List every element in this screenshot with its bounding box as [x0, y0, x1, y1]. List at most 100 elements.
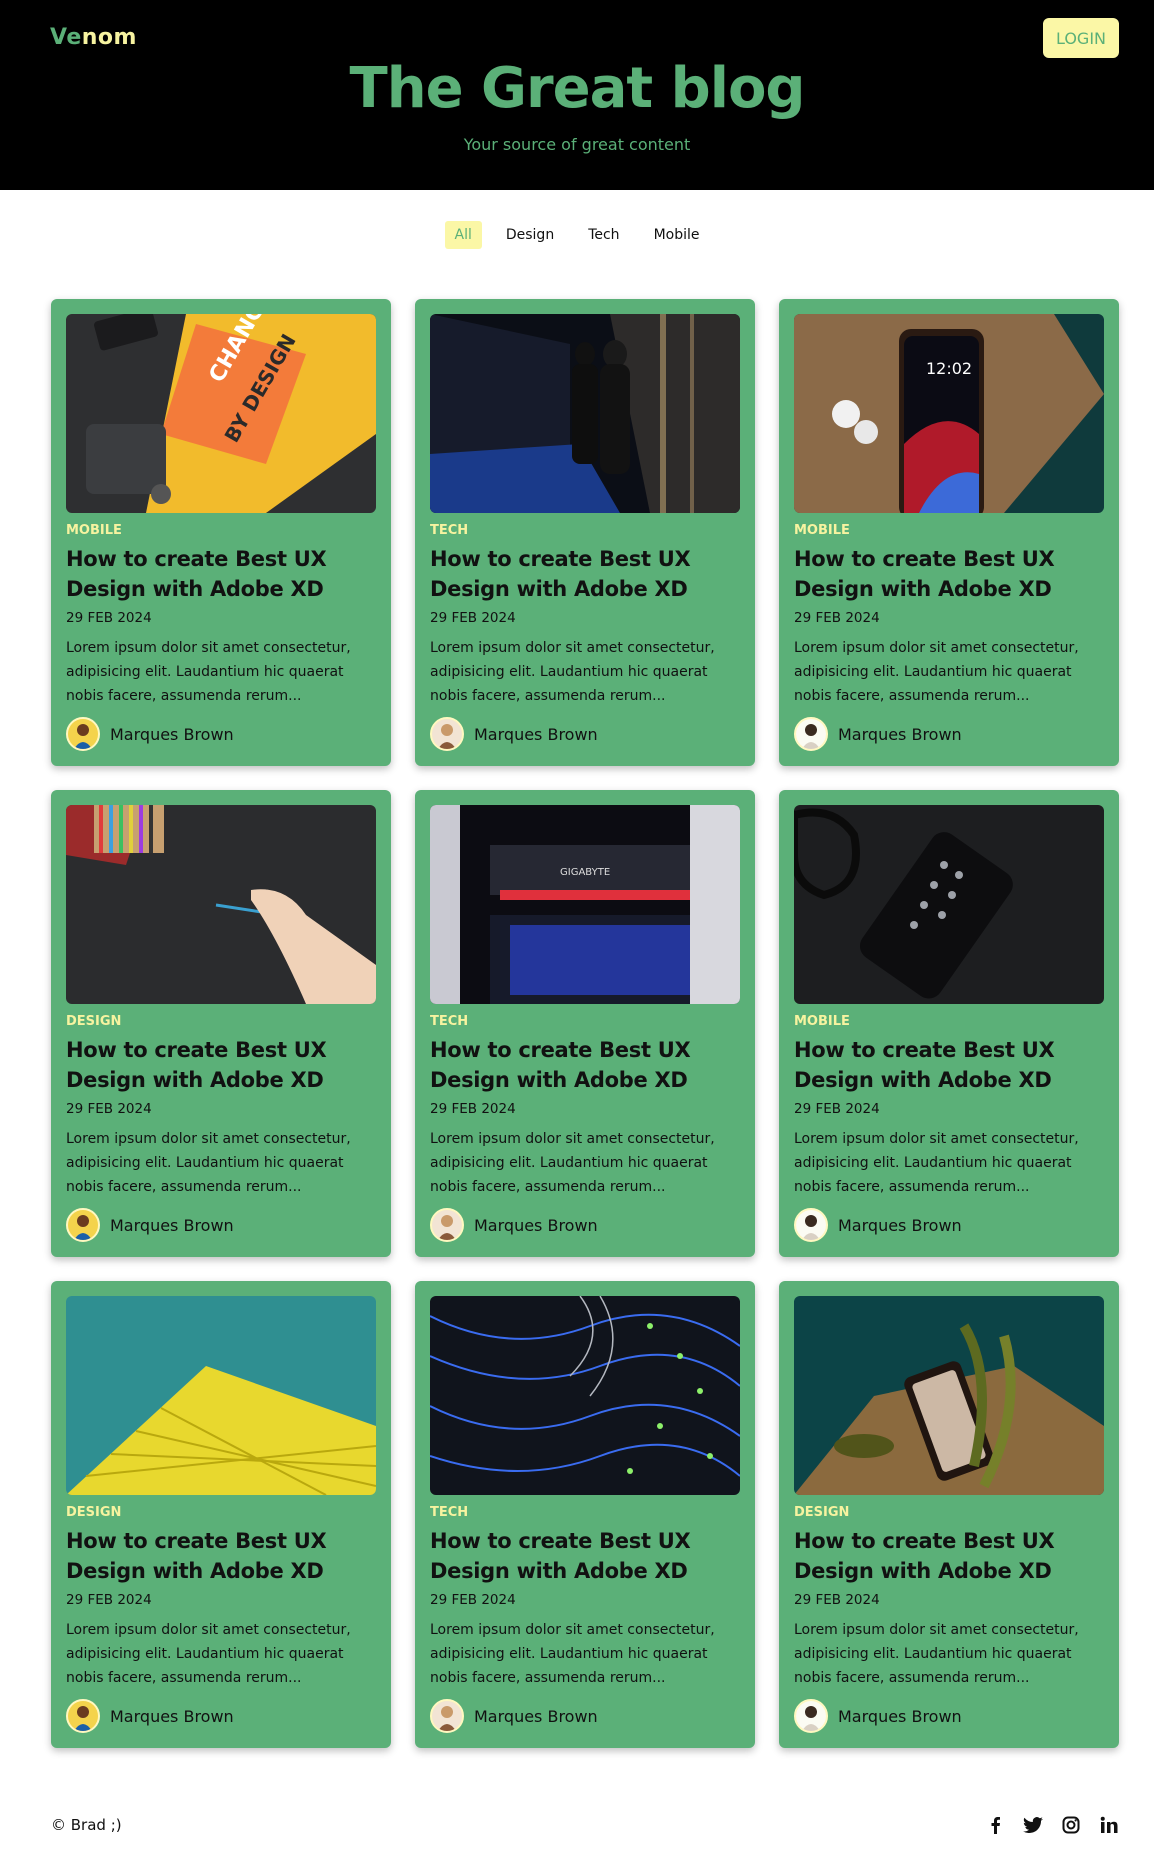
post-category-tag: TECH: [430, 1505, 469, 1520]
avatar: [794, 1699, 828, 1733]
post-excerpt: Lorem ipsum dolor sit amet consectetur, …: [794, 1131, 1079, 1195]
svg-text:GIGABYTE: GIGABYTE: [560, 867, 610, 878]
post-title[interactable]: How to create Best UX Design with Adobe …: [794, 1526, 1104, 1586]
post-card[interactable]: CHANGE BY DESIGN MOBILE How to create Best …: [51, 299, 391, 766]
post-category-tag: MOBILE: [794, 1014, 850, 1029]
post-title[interactable]: How to create Best UX Design with Adobe …: [794, 544, 1104, 604]
post-excerpt: Lorem ipsum dolor sit amet consectetur, …: [430, 640, 715, 704]
post-thumbnail[interactable]: [794, 1296, 1104, 1495]
post-date: 29 FEB 2024: [794, 1101, 880, 1117]
post-excerpt: Lorem ipsum dolor sit amet consectetur, …: [66, 640, 351, 704]
avatar: [794, 1208, 828, 1242]
linkedin-icon[interactable]: [1099, 1815, 1119, 1835]
author-name: Marques Brown: [474, 1215, 598, 1235]
avatar: [430, 1208, 464, 1242]
post-thumbnail[interactable]: [66, 1296, 376, 1495]
avatar: [430, 1699, 464, 1733]
post-excerpt: Lorem ipsum dolor sit amet consectetur, …: [794, 640, 1079, 704]
logo-part-2: nom: [81, 25, 137, 50]
post-grid: CHANGE BY DESIGN MOBILE How to create Best …: [51, 299, 1119, 1748]
post-card[interactable]: 12:02 MOBILE How to create Best UX Design …: [779, 299, 1119, 766]
post-excerpt: Lorem ipsum dolor sit amet consectetur, …: [66, 1622, 351, 1686]
post-title[interactable]: How to create Best UX Design with Adobe …: [66, 544, 376, 604]
post-thumbnail[interactable]: [430, 314, 740, 513]
page-title: The Great blog: [349, 56, 806, 121]
post-excerpt: Lorem ipsum dolor sit amet consectetur, …: [66, 1131, 351, 1195]
post-author: Marques Brown: [430, 717, 598, 751]
post-excerpt: Lorem ipsum dolor sit amet consectetur, …: [430, 1622, 715, 1686]
avatar: [66, 717, 100, 751]
author-name: Marques Brown: [110, 724, 234, 744]
svg-text:12:02: 12:02: [926, 359, 972, 378]
post-title[interactable]: How to create Best UX Design with Adobe …: [430, 544, 740, 604]
author-name: Marques Brown: [110, 1215, 234, 1235]
post-author: Marques Brown: [794, 1699, 962, 1733]
post-author: Marques Brown: [794, 717, 962, 751]
post-card[interactable]: MOBILE How to create Best UX Design with …: [779, 790, 1119, 1257]
post-card[interactable]: DESIGN How to create Best UX Design with …: [51, 1281, 391, 1748]
twitter-icon[interactable]: [1023, 1815, 1043, 1835]
post-excerpt: Lorem ipsum dolor sit amet consectetur, …: [430, 1131, 715, 1195]
post-title[interactable]: How to create Best UX Design with Adobe …: [430, 1526, 740, 1586]
post-excerpt: Lorem ipsum dolor sit amet consectetur, …: [794, 1622, 1079, 1686]
author-name: Marques Brown: [838, 1215, 962, 1235]
avatar: [66, 1208, 100, 1242]
site-header: Venom LOGIN The Great blog Your source o…: [0, 0, 1154, 190]
post-category-tag: DESIGN: [66, 1505, 122, 1520]
logo[interactable]: Venom: [50, 25, 137, 50]
post-title[interactable]: How to create Best UX Design with Adobe …: [66, 1526, 376, 1586]
author-name: Marques Brown: [474, 724, 598, 744]
post-card[interactable]: TECH How to create Best UX Design with Ad…: [415, 1281, 755, 1748]
post-category-tag: MOBILE: [66, 523, 122, 538]
filter-mobile[interactable]: Mobile: [644, 221, 710, 249]
filter-design[interactable]: Design: [496, 221, 564, 249]
page-subtitle: Your source of great content: [463, 135, 691, 154]
login-button[interactable]: LOGIN: [1043, 18, 1119, 58]
post-thumbnail[interactable]: [430, 1296, 740, 1495]
post-date: 29 FEB 2024: [66, 610, 152, 626]
instagram-icon[interactable]: [1061, 1815, 1081, 1835]
social-links: [985, 1815, 1119, 1835]
post-title[interactable]: How to create Best UX Design with Adobe …: [66, 1035, 376, 1095]
category-filters: All Design Tech Mobile: [0, 221, 1154, 249]
post-thumbnail[interactable]: 12:02: [794, 314, 1104, 513]
author-name: Marques Brown: [838, 1706, 962, 1726]
post-category-tag: TECH: [430, 523, 469, 538]
post-card[interactable]: TECH How to create Best UX Design with Ad…: [415, 299, 755, 766]
post-category-tag: MOBILE: [794, 523, 850, 538]
post-card[interactable]: GIGABYTE TECH How to create Best UX Design…: [415, 790, 755, 1257]
post-author: Marques Brown: [66, 1208, 234, 1242]
site-footer: © Brad ;): [51, 1805, 1119, 1845]
post-card[interactable]: DESIGN How to create Best UX Design with …: [51, 790, 391, 1257]
post-thumbnail[interactable]: CHANGE BY DESIGN: [66, 314, 376, 513]
post-title[interactable]: How to create Best UX Design with Adobe …: [794, 1035, 1104, 1095]
post-author: Marques Brown: [66, 717, 234, 751]
author-name: Marques Brown: [110, 1706, 234, 1726]
post-thumbnail[interactable]: [66, 805, 376, 1004]
post-category-tag: DESIGN: [794, 1505, 850, 1520]
facebook-icon[interactable]: [985, 1815, 1005, 1835]
filter-tech[interactable]: Tech: [578, 221, 629, 249]
post-category-tag: DESIGN: [66, 1014, 122, 1029]
avatar: [66, 1699, 100, 1733]
post-date: 29 FEB 2024: [430, 610, 516, 626]
author-name: Marques Brown: [474, 1706, 598, 1726]
post-date: 29 FEB 2024: [430, 1592, 516, 1608]
post-author: Marques Brown: [430, 1208, 598, 1242]
post-date: 29 FEB 2024: [794, 1592, 880, 1608]
avatar: [794, 717, 828, 751]
filter-all[interactable]: All: [444, 221, 482, 249]
avatar: [430, 717, 464, 751]
post-card[interactable]: DESIGN How to create Best UX Design with …: [779, 1281, 1119, 1748]
post-author: Marques Brown: [66, 1699, 234, 1733]
post-author: Marques Brown: [430, 1699, 598, 1733]
post-thumbnail[interactable]: GIGABYTE: [430, 805, 740, 1004]
post-author: Marques Brown: [794, 1208, 962, 1242]
post-thumbnail[interactable]: [794, 805, 1104, 1004]
post-date: 29 FEB 2024: [66, 1592, 152, 1608]
logo-part-1: Ve: [50, 25, 82, 50]
post-date: 29 FEB 2024: [430, 1101, 516, 1117]
post-date: 29 FEB 2024: [66, 1101, 152, 1117]
post-title[interactable]: How to create Best UX Design with Adobe …: [430, 1035, 740, 1095]
copyright-text: © Brad ;): [51, 1816, 122, 1834]
